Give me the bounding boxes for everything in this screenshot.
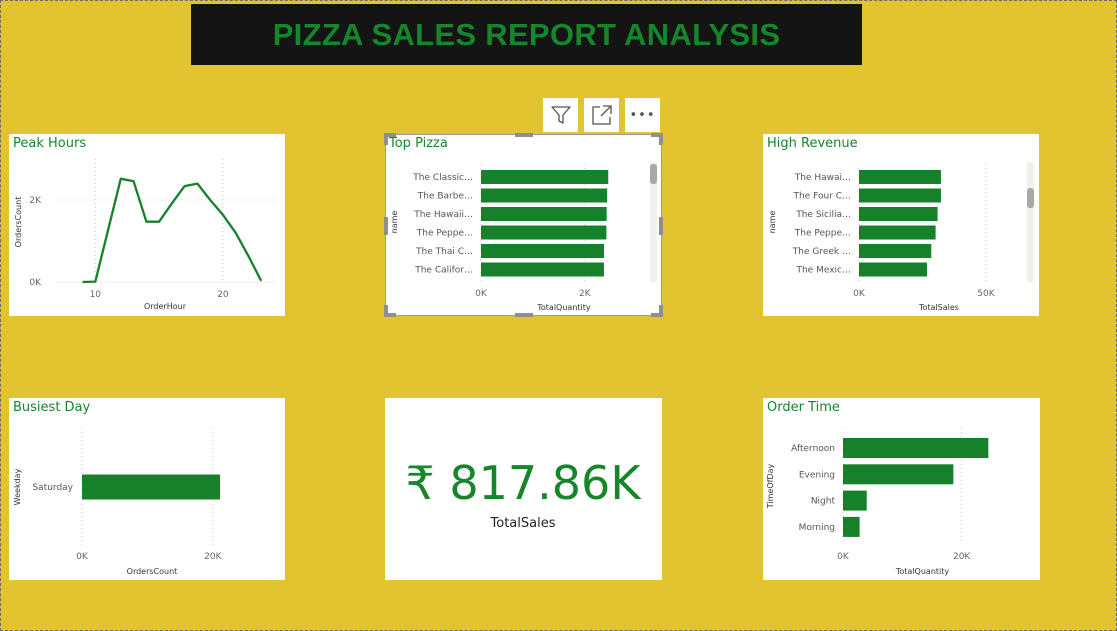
y-tick-label: 2K xyxy=(29,196,42,206)
bar xyxy=(843,464,954,485)
resize-handle[interactable] xyxy=(384,217,388,235)
top-pizza-selection-outline xyxy=(384,133,663,317)
x-axis-title: TotalQuantity xyxy=(895,567,950,576)
category-label: The Greek … xyxy=(792,247,851,257)
x-tick-label: 0K xyxy=(76,552,89,562)
bar xyxy=(843,438,989,458)
bar xyxy=(859,170,941,184)
orders-line xyxy=(82,177,263,284)
x-tick-label: 50K xyxy=(977,289,995,299)
resize-handle[interactable] xyxy=(515,133,533,137)
y-axis-title: TimeOfDay xyxy=(766,463,775,509)
y-axis-title: Weekday xyxy=(13,468,22,505)
category-label: Morning xyxy=(799,523,835,533)
order-time-card[interactable]: Order Time 0K 20K Afternoon Evening Night Mor… xyxy=(763,398,1040,580)
bar xyxy=(82,474,221,500)
x-tick-label: 20 xyxy=(217,290,229,300)
bar xyxy=(859,262,928,277)
x-axis-title: OrdersCount xyxy=(127,567,178,576)
bar xyxy=(859,188,941,203)
category-label: The Peppe… xyxy=(794,229,851,239)
peak-hours-chart: 0K 2K 10 20 OrderHour OrdersCount xyxy=(14,159,274,311)
high-revenue-scrollbar[interactable] xyxy=(1027,162,1034,282)
more-options-icon: ••• xyxy=(629,107,656,123)
focus-mode-icon xyxy=(591,105,612,125)
x-tick-label: 20K xyxy=(204,552,222,562)
category-label: Night xyxy=(811,497,836,507)
resize-handle[interactable] xyxy=(384,133,388,145)
peak-hours-card[interactable]: Peak Hours 0K 2K 10 20 OrderHour OrdersCount xyxy=(9,134,285,316)
bar xyxy=(859,225,936,240)
category-label: The Mexic… xyxy=(795,266,851,276)
total-sales-value: ₹ 817.86K xyxy=(405,456,641,510)
x-tick-label: 0K xyxy=(853,289,866,299)
category-label: The Four C… xyxy=(792,192,851,202)
resize-handle[interactable] xyxy=(659,305,663,317)
bar xyxy=(843,516,860,537)
category-label: Evening xyxy=(799,470,835,480)
busiest-day-chart: 0K 20K Saturday OrdersCount Weekday xyxy=(13,428,223,576)
more-options-button[interactable]: ••• xyxy=(625,98,660,132)
total-sales-label: TotalSales xyxy=(490,516,556,531)
x-tick-label: 20K xyxy=(953,552,971,562)
x-axis-title: TotalSales xyxy=(918,303,959,312)
x-tick-label: 10 xyxy=(90,290,102,300)
bar xyxy=(859,207,938,221)
filter-icon xyxy=(550,106,571,124)
y-axis-title: OrdersCount xyxy=(14,197,23,248)
x-axis-title: OrderHour xyxy=(144,302,187,311)
category-label: Afternoon xyxy=(791,444,835,454)
resize-handle[interactable] xyxy=(659,133,663,145)
order-time-chart: 0K 20K Afternoon Evening Night Morning TotalQu… xyxy=(766,428,989,576)
total-sales-kpi-card[interactable]: ₹ 817.86K TotalSales xyxy=(385,398,662,580)
high-revenue-scroll-thumb[interactable] xyxy=(1027,188,1034,208)
resize-handle[interactable] xyxy=(384,305,388,317)
category-label: The Sicilia… xyxy=(795,210,851,220)
resize-handle[interactable] xyxy=(659,217,663,235)
report-title: PIZZA SALES REPORT ANALYSIS xyxy=(272,16,781,52)
filter-button[interactable] xyxy=(543,98,578,132)
busiest-day-card[interactable]: Busiest Day 0K 20K Saturday OrdersCount Week… xyxy=(9,398,285,580)
resize-handle[interactable] xyxy=(515,313,533,317)
visual-header-toolbar: ••• xyxy=(543,98,660,133)
bar xyxy=(843,490,867,511)
bar xyxy=(859,244,932,258)
y-tick-label: 0K xyxy=(29,278,42,288)
y-axis-title: name xyxy=(768,211,777,234)
focus-mode-button[interactable] xyxy=(584,98,619,132)
report-title-banner: PIZZA SALES REPORT ANALYSIS xyxy=(191,4,862,65)
category-label: Saturday xyxy=(32,483,73,493)
high-revenue-chart: 0K 50K The Hawai… The Four C… The Sicilia… Th… xyxy=(768,164,996,312)
high-revenue-card[interactable]: High Revenue 0K 50K The Hawai… The Four C… T… xyxy=(763,134,1039,316)
x-tick-label: 0K xyxy=(837,552,850,562)
category-label: The Hawai… xyxy=(794,173,851,183)
